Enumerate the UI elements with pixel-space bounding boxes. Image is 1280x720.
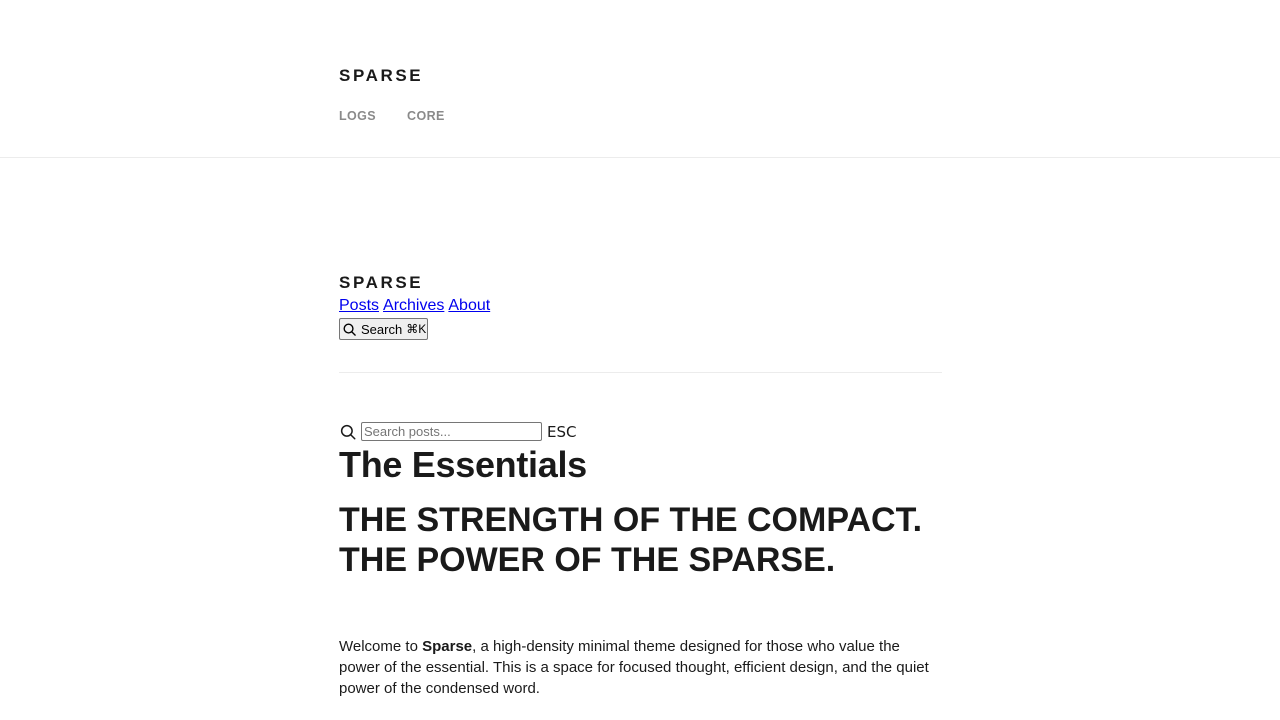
site-logo-link[interactable]: SPARSE bbox=[339, 66, 423, 86]
nav-link-core[interactable]: CORE bbox=[407, 109, 445, 124]
nav-link-posts[interactable]: Posts bbox=[339, 297, 379, 314]
search-shortcut-hint: ⌘K bbox=[406, 322, 427, 336]
nav-link-archives[interactable]: Archives bbox=[383, 297, 444, 314]
section-divider bbox=[339, 372, 942, 373]
intro-paragraph: Welcome to Sparse, a high-density minima… bbox=[339, 636, 942, 699]
search-icon bbox=[340, 424, 356, 439]
secondary-brand-link[interactable]: SPARSE bbox=[339, 272, 942, 294]
search-button-label: Search bbox=[361, 321, 403, 337]
secondary-nav: Posts Archives About bbox=[339, 296, 942, 316]
search-button[interactable]: Search ⌘K bbox=[339, 318, 429, 340]
secondary-header: SPARSE Posts Archives About Search ⌘K bbox=[339, 272, 942, 342]
intro-prefix: Welcome to bbox=[339, 638, 423, 655]
nav-link-about[interactable]: About bbox=[448, 297, 490, 314]
intro-brand: Sparse bbox=[422, 638, 473, 655]
search-bar: ESC bbox=[339, 422, 576, 441]
search-input[interactable] bbox=[361, 422, 542, 441]
page-title: The Essentials bbox=[339, 444, 587, 485]
search-icon bbox=[343, 323, 356, 336]
hero-headline: THE STRENGTH OF THE COMPACT. THE POWER O… bbox=[339, 501, 923, 579]
primary-nav: LOGS CORE bbox=[339, 109, 445, 124]
nav-link-logs[interactable]: LOGS bbox=[339, 109, 376, 124]
site-header: SPARSE LOGS CORE bbox=[0, 0, 1280, 158]
escape-hint[interactable]: ESC bbox=[547, 423, 576, 441]
